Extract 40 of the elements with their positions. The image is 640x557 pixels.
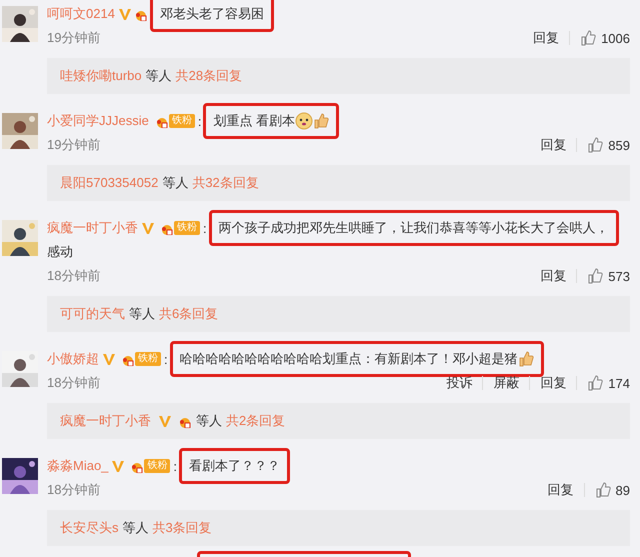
action-link[interactable]: 投诉 [436,376,484,390]
action-link[interactable]: 屏蔽 [483,376,530,390]
colon: : [203,220,207,236]
thumbs-up-icon [587,137,604,153]
like-button[interactable]: 859 [577,137,630,153]
colon: : [198,114,202,128]
comment-text: 哈哈哈哈哈哈哈哈哈哈哈划重点：有新剧本了！邓小超是猪 [180,350,518,368]
timestamp: 19分钟前 [47,136,100,154]
action-link[interactable]: 回复 [530,376,578,390]
like-button[interactable]: 174 [577,375,630,391]
comment-text: 感动 [47,243,73,261]
thumbs-up-icon [518,351,534,367]
others-label: 等人 [129,305,155,323]
others-label: 等人 [146,67,172,85]
thumbs-up-icon [594,482,611,498]
thumbs-up-icon [313,113,330,129]
thumbs-up-icon [580,30,596,46]
comment-text: 看剧本了？？？ [189,457,280,475]
timestamp: 19分钟前 [47,29,100,47]
action-link[interactable]: 回复 [538,483,585,497]
action-link[interactable]: 回复 [530,138,578,152]
comment-text: 两个孩子成功把邓先生哄睡了，让我们恭喜等等小花长大了会哄人， [218,219,609,237]
comment-text: 邓老头老了容易困 [160,5,264,23]
timestamp: 18分钟前 [47,481,100,499]
like-button[interactable]: 573 [577,268,630,284]
others-label: 等人 [196,412,222,430]
like-button[interactable]: 1006 [570,30,630,46]
action-link[interactable]: 回复 [530,269,578,283]
thumbs-up-icon [587,268,604,284]
others-label: 等人 [122,519,148,537]
comment-text: 划重点 看剧本 [213,112,296,130]
colon: : [164,352,168,366]
timestamp: 18分钟前 [47,267,100,285]
like-button[interactable]: 89 [584,482,630,498]
colon: : [173,458,178,474]
thumbs-up-icon [587,375,604,391]
dog-face-icon [295,112,314,130]
action-link[interactable]: 回复 [523,31,570,45]
timestamp: 18分钟前 [47,374,100,392]
others-label: 等人 [162,174,188,192]
